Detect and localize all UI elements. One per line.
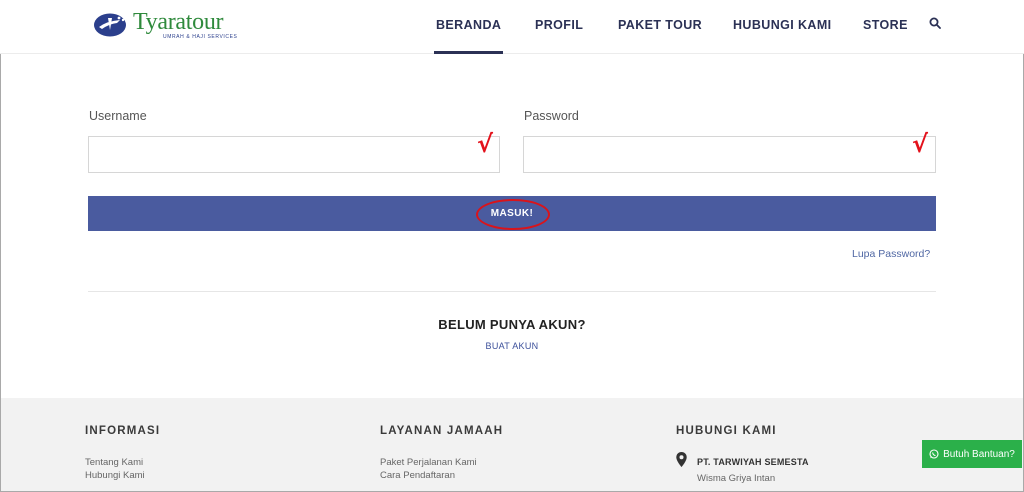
footer-link-paket-perjalanan[interactable]: Paket Perjalanan Kami bbox=[380, 457, 477, 468]
password-label: Password bbox=[524, 109, 579, 123]
map-pin-icon bbox=[676, 452, 687, 467]
footer-company-name: PT. TARWIYAH SEMESTA bbox=[697, 457, 809, 467]
nav-item-hubungi-kami[interactable]: HUBUNGI KAMI bbox=[733, 18, 832, 32]
create-account-link[interactable]: BUAT AKUN bbox=[486, 341, 539, 351]
help-chat-label: Butuh Bantuan? bbox=[943, 448, 1015, 460]
logo[interactable]: Tyaratour UMRAH & HAJI SERVICES bbox=[93, 9, 237, 41]
nav-item-paket-tour[interactable]: PAKET TOUR bbox=[618, 18, 702, 32]
footer-link-tentang-kami[interactable]: Tentang Kami bbox=[85, 457, 143, 468]
footer-link-cara-pendaftaran[interactable]: Cara Pendaftaran bbox=[380, 470, 455, 481]
footer-heading-informasi: INFORMASI bbox=[85, 425, 161, 437]
footer-address: Wisma Griya Intan bbox=[697, 473, 776, 484]
search-icon[interactable] bbox=[929, 17, 941, 29]
username-input[interactable] bbox=[88, 136, 500, 173]
logo-mark-icon bbox=[94, 13, 126, 37]
login-button[interactable]: MASUK! bbox=[88, 196, 936, 231]
site-footer: INFORMASI LAYANAN JAMAAH HUBUNGI KAMI bbox=[1, 398, 1023, 491]
footer-heading-hubungi-kami: HUBUNGI KAMI bbox=[676, 425, 777, 437]
username-check-annotation: √ bbox=[477, 130, 494, 158]
username-label: Username bbox=[89, 109, 147, 123]
footer-link-hubungi-kami[interactable]: Hubungi Kami bbox=[85, 470, 145, 481]
logo-tagline: UMRAH & HAJI SERVICES bbox=[163, 33, 238, 40]
footer-heading-layanan-jamaah: LAYANAN JAMAAH bbox=[380, 425, 504, 437]
nav-item-beranda[interactable]: BERANDA bbox=[433, 18, 504, 54]
whatsapp-icon bbox=[929, 449, 939, 459]
password-input[interactable] bbox=[523, 136, 936, 173]
site-header: Tyaratour UMRAH & HAJI SERVICES BERANDA … bbox=[0, 0, 1024, 54]
nav-item-store[interactable]: STORE bbox=[863, 18, 908, 32]
signup-heading: BELUM PUNYA AKUN? bbox=[438, 317, 586, 332]
divider bbox=[88, 291, 936, 292]
nav-item-profil[interactable]: PROFIL bbox=[535, 18, 583, 32]
help-chat-button[interactable]: Butuh Bantuan? bbox=[922, 440, 1022, 468]
password-check-annotation: √ bbox=[912, 130, 929, 158]
forgot-password-link[interactable]: Lupa Password? bbox=[852, 248, 930, 260]
logo-name: Tyaratour bbox=[133, 8, 224, 35]
